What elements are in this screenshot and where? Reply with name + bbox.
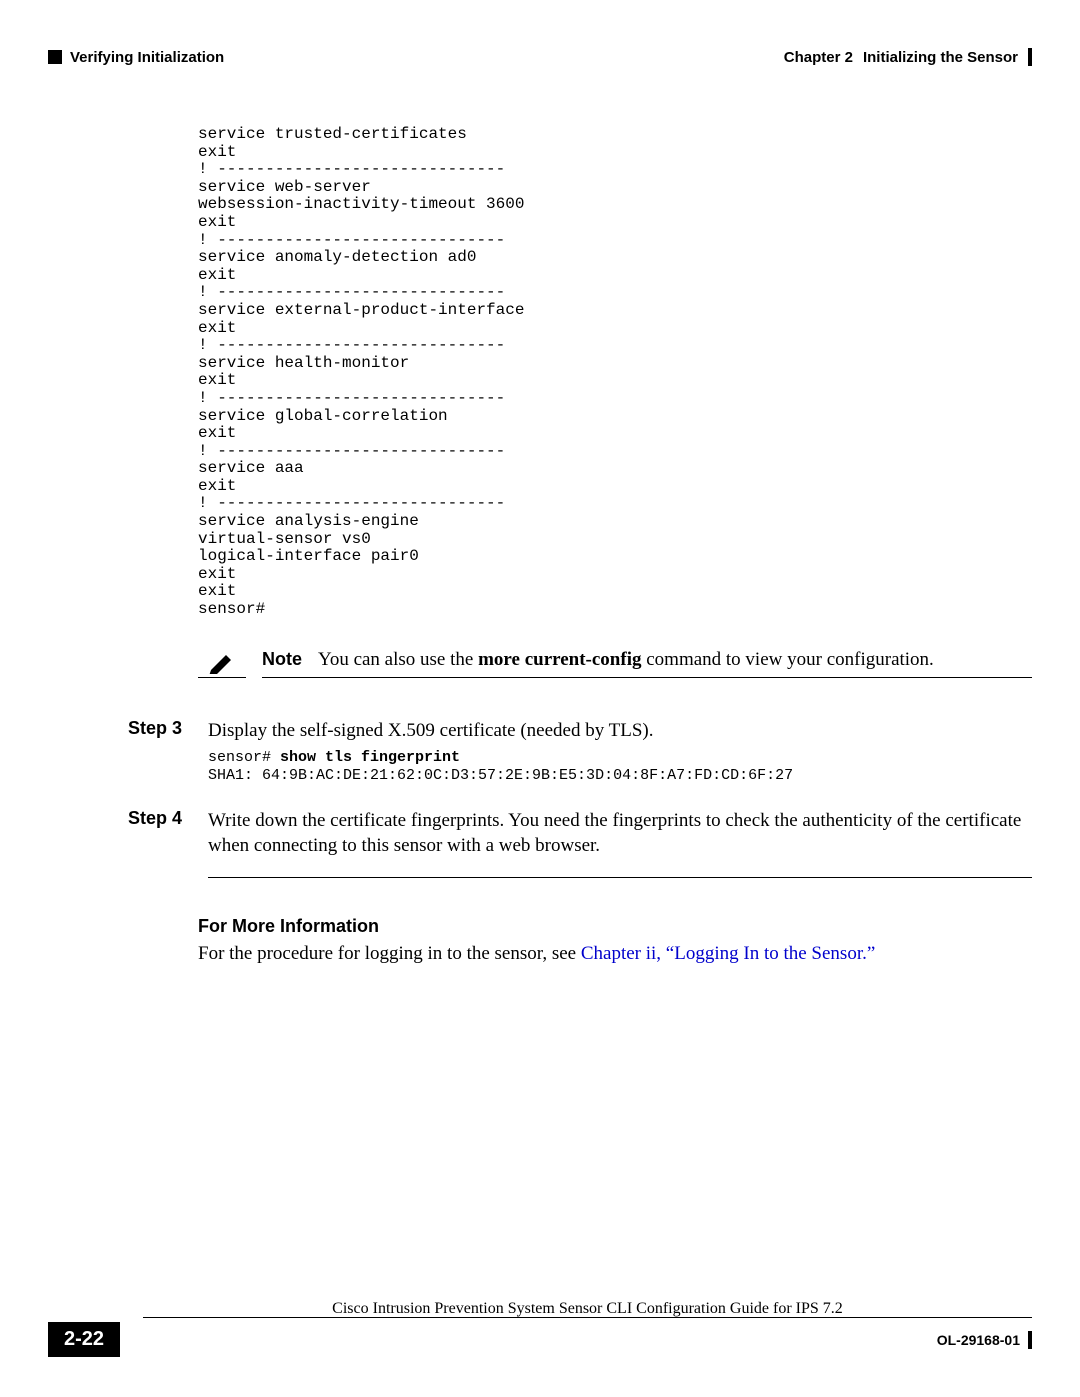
square-bullet-icon [48, 50, 62, 64]
note-label: Note [262, 649, 302, 670]
fmi-body: For the procedure for logging in to the … [198, 943, 1032, 965]
step-3-body: Display the self-signed X.509 certificat… [208, 718, 1032, 800]
step-3-text: Display the self-signed X.509 certificat… [208, 718, 1032, 744]
note-block: Note You can also use the more current-c… [198, 649, 1032, 678]
page-number-badge: 2-22 [48, 1322, 120, 1357]
step-4: Step 4 Write down the certificate finger… [128, 808, 1032, 908]
footer-row: 2-22 OL-29168-01 [48, 1322, 1032, 1357]
header-chapter-label: Chapter 2 [784, 49, 853, 66]
step-3-cli-prompt: sensor# [208, 749, 280, 766]
note-body: You can also use the more current-config… [318, 649, 934, 671]
fmi-heading: For More Information [198, 916, 1032, 937]
note-text-row: Note You can also use the more current-c… [262, 649, 1032, 678]
vertical-bar-icon [1028, 1331, 1032, 1349]
note-icon-column [198, 650, 246, 678]
content-area: service trusted-certificates exit ! ----… [198, 126, 1032, 965]
step-3-label: Step 3 [128, 718, 188, 800]
step-3-cli-output: SHA1: 64:9B:AC:DE:21:62:0C:D3:57:2E:9B:E… [208, 767, 793, 784]
footer-doc-id: OL-29168-01 [937, 1332, 1020, 1348]
note-bold-command: more current-config [478, 649, 641, 670]
fmi-link[interactable]: Chapter ii, “Logging In to the Sensor.” [581, 943, 875, 964]
cli-config-output: service trusted-certificates exit ! ----… [198, 126, 1032, 619]
header-chapter-title: Initializing the Sensor [863, 49, 1018, 66]
step-3: Step 3 Display the self-signed X.509 cer… [128, 718, 1032, 800]
footer-left: 2-22 [48, 1322, 120, 1357]
footer-center: Cisco Intrusion Prevention System Sensor… [143, 1300, 1032, 1318]
for-more-information: For More Information For the procedure f… [198, 916, 1032, 965]
header-section-title: Verifying Initialization [70, 49, 224, 66]
header-left: Verifying Initialization [48, 49, 224, 66]
step-3-cli-cmd: show tls fingerprint [280, 749, 460, 766]
step-4-text: Write down the certificate fingerprints.… [208, 808, 1032, 859]
vertical-bar-icon [1028, 48, 1032, 66]
step-4-body: Write down the certificate fingerprints.… [208, 808, 1032, 908]
header-right: Chapter 2 Initializing the Sensor [784, 48, 1032, 66]
footer-right: OL-29168-01 [937, 1331, 1032, 1349]
step-3-cli: sensor# show tls fingerprint SHA1: 64:9B… [208, 749, 1032, 784]
section-divider [208, 877, 1032, 878]
page: Verifying Initialization Chapter 2 Initi… [0, 0, 1080, 1397]
steps: Step 3 Display the self-signed X.509 cer… [128, 718, 1032, 908]
note-underline [198, 677, 246, 678]
note-suffix: command to view your configuration. [641, 649, 933, 670]
step-4-label: Step 4 [128, 808, 188, 908]
running-header: Verifying Initialization Chapter 2 Initi… [48, 48, 1032, 66]
running-footer: Cisco Intrusion Prevention System Sensor… [48, 1317, 1032, 1357]
footer-rule [143, 1317, 1032, 1318]
fmi-prefix: For the procedure for logging in to the … [198, 943, 581, 964]
pencil-icon [208, 650, 236, 674]
footer-guide-title: Cisco Intrusion Prevention System Sensor… [332, 1300, 843, 1317]
note-prefix: You can also use the [318, 649, 478, 670]
